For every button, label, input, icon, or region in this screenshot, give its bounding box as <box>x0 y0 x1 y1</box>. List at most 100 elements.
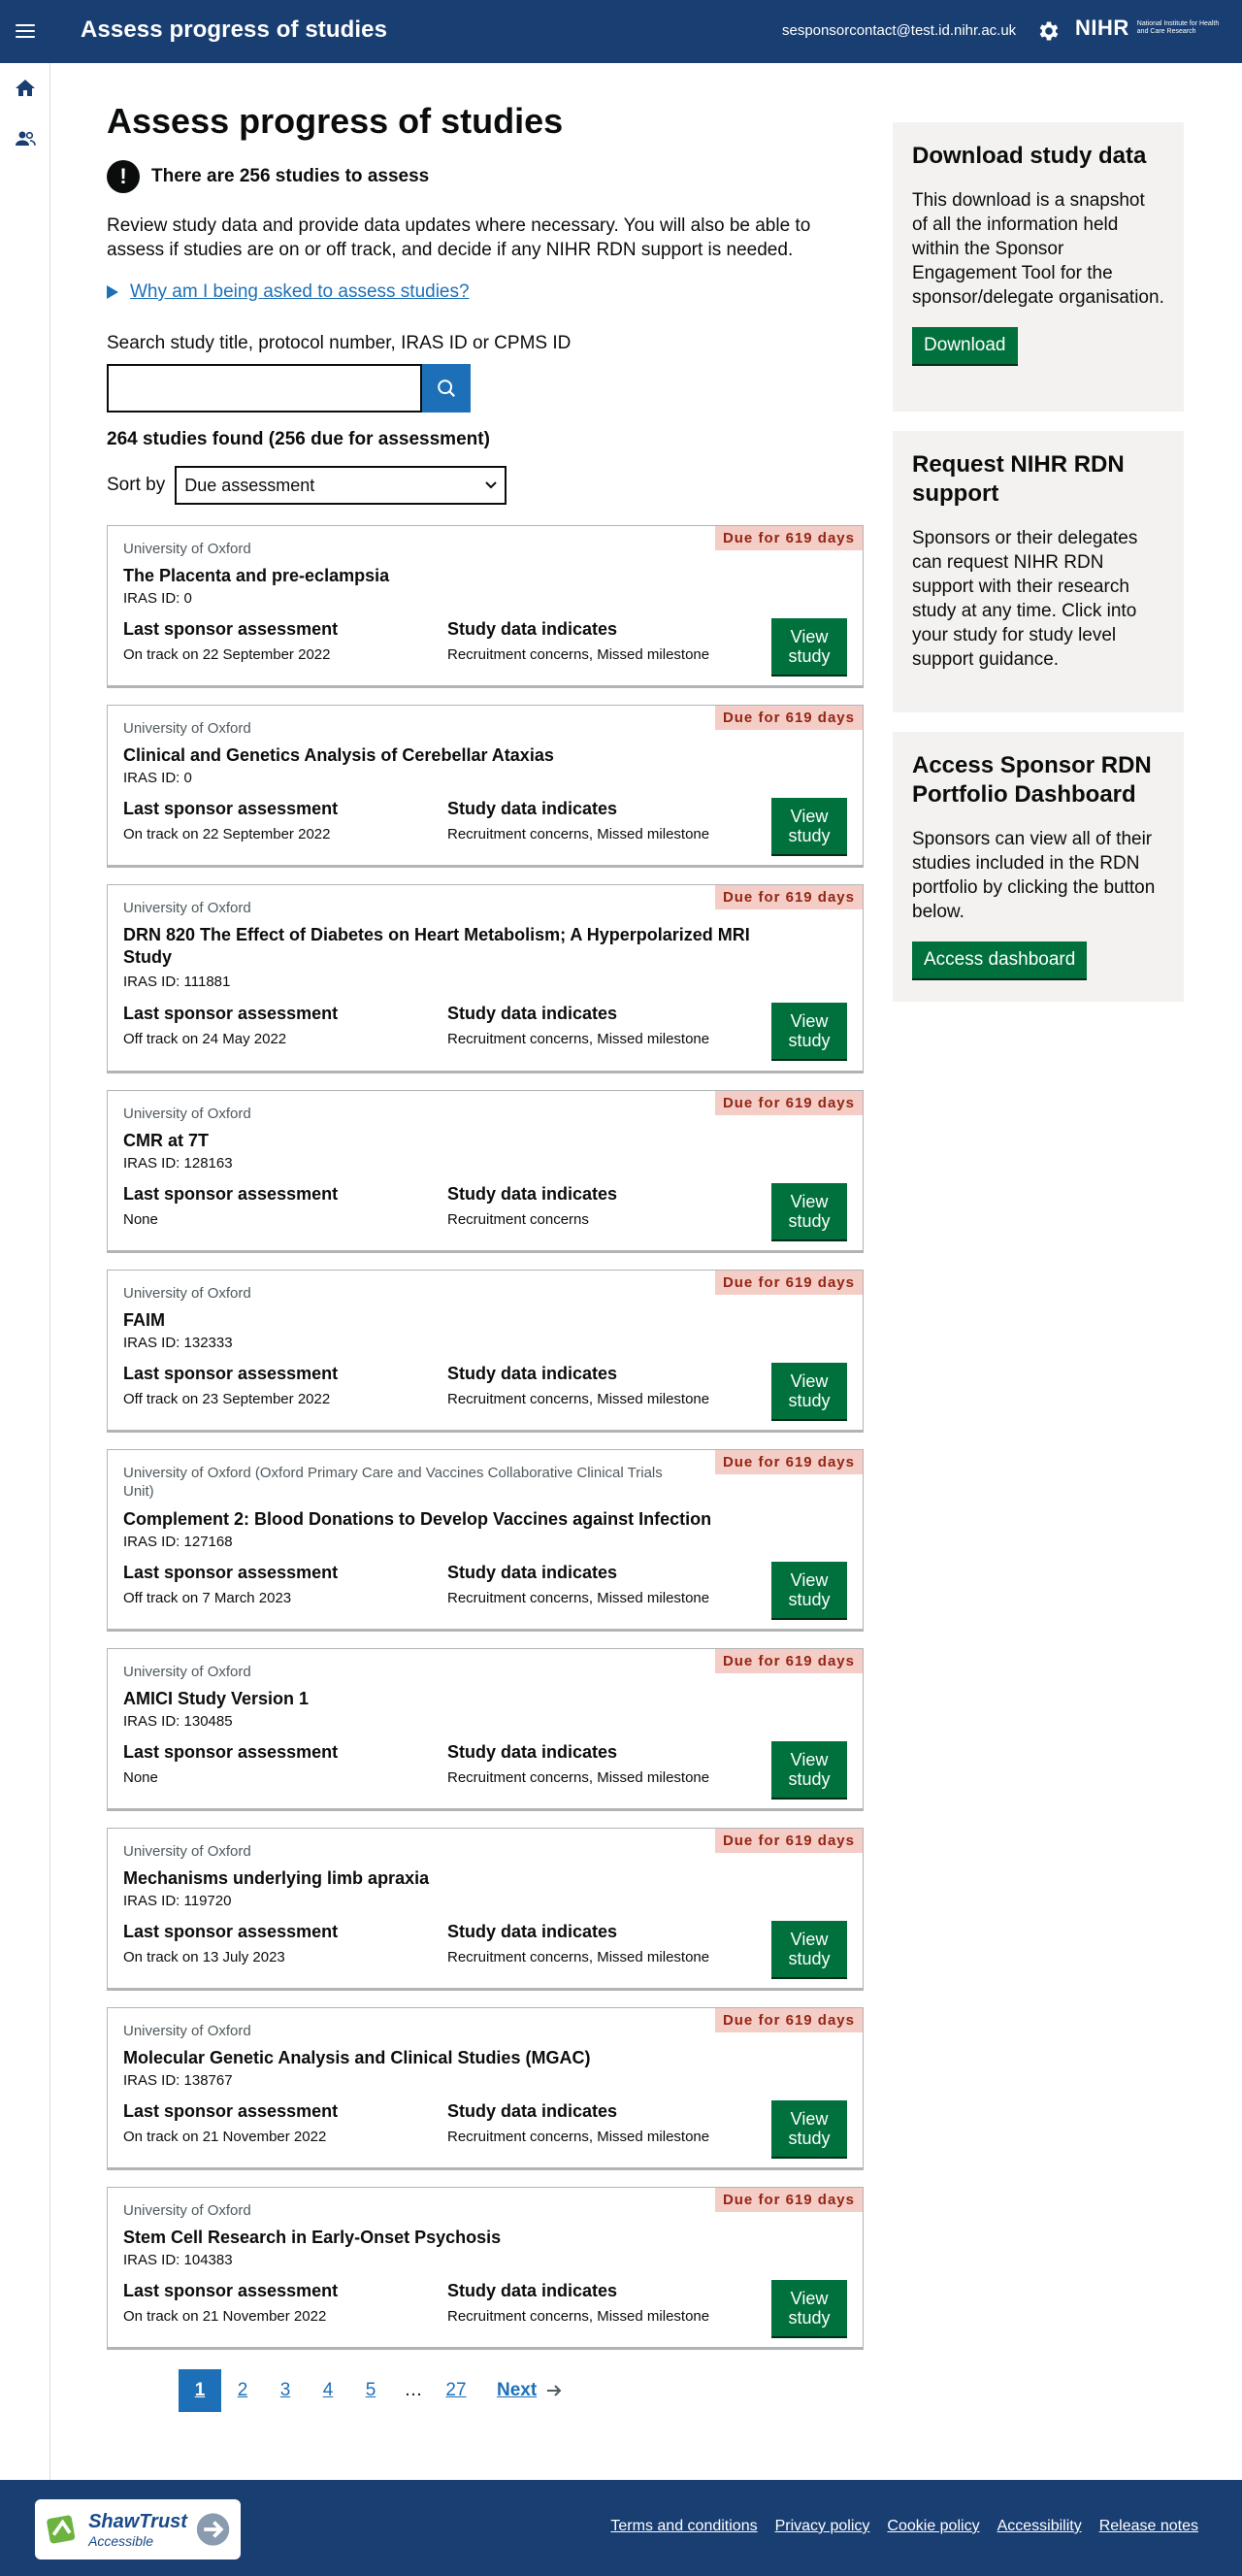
search-input[interactable] <box>107 364 422 413</box>
search-button[interactable] <box>422 364 471 413</box>
study-card: Due for 619 days University of Oxford Mo… <box>107 2007 864 2168</box>
study-card: Due for 619 days University of Oxford St… <box>107 2187 864 2348</box>
due-badge: Due for 619 days <box>714 1271 863 1295</box>
last-assessment-value: On track on 21 November 2022 <box>123 2308 327 2325</box>
study-title: Stem Cell Research in Early-Onset Psycho… <box>123 2228 502 2247</box>
due-badge: Due for 619 days <box>714 885 863 909</box>
view-study-button[interactable]: View study <box>771 1363 847 1419</box>
details-toggle[interactable]: Why am I being asked to assess studies? <box>107 281 470 303</box>
study-card: Due for 619 days University of Oxford CM… <box>107 1090 864 1251</box>
view-label: View <box>790 1570 829 1590</box>
download-button[interactable]: Download <box>912 327 1018 364</box>
study-org: University of Oxford <box>123 1285 251 1302</box>
sort-label: Sort by <box>107 475 166 495</box>
gear-icon[interactable] <box>1036 18 1062 44</box>
study-org: University of Oxford <box>123 1664 251 1680</box>
last-assessment-heading: Last sponsor assessment <box>123 1922 339 1941</box>
page-link-3[interactable]: 3 <box>264 2369 307 2412</box>
view-study-button[interactable]: View study <box>771 1741 847 1798</box>
sort-row: Sort by Due assessment <box>107 466 507 505</box>
next-page-link[interactable]: Next <box>497 2380 562 2401</box>
view-study-button[interactable]: View study <box>771 2280 847 2336</box>
study-title: Clinical and Genetics Analysis of Cerebe… <box>123 745 554 765</box>
due-badge: Due for 619 days <box>714 1829 863 1853</box>
view-study-button[interactable]: View study <box>771 1921 847 1977</box>
view-label: View <box>790 1750 829 1769</box>
study-card: Due for 619 days University of Oxford Me… <box>107 1828 864 1989</box>
data-indicates-value: Recruitment concerns, Missed milestone <box>447 1769 710 1786</box>
due-badge: Due for 619 days <box>714 1091 863 1115</box>
study-org: University of Oxford <box>123 900 251 916</box>
due-badge: Due for 619 days <box>714 706 863 730</box>
nihr-logo[interactable]: NIHR National Institute for Health and C… <box>1075 16 1225 41</box>
footer-links: Terms and conditions Privacy policy Cook… <box>610 2518 1198 2535</box>
due-badge: Due for 619 days <box>714 526 863 550</box>
view-study-button[interactable]: View study <box>771 618 847 675</box>
study-card: Due for 619 days University of Oxford DR… <box>107 884 864 1072</box>
last-assessment-heading: Last sponsor assessment <box>123 2101 339 2121</box>
page-link-2[interactable]: 2 <box>221 2369 264 2412</box>
study-label: study <box>788 1391 831 1410</box>
footer-link-release-notes[interactable]: Release notes <box>1099 2518 1198 2535</box>
view-study-button[interactable]: View study <box>771 1562 847 1618</box>
last-assessment-value: Off track on 23 September 2022 <box>123 1391 331 1407</box>
study-iras: IRAS ID: 138767 <box>123 2072 233 2089</box>
warning-icon: ! <box>107 160 140 193</box>
accessibility-logo-icon <box>47 2515 76 2544</box>
last-assessment-value: On track on 13 July 2023 <box>123 1949 285 1965</box>
study-title: Molecular Genetic Analysis and Clinical … <box>123 2048 591 2067</box>
download-panel: Download study data This download is a s… <box>893 122 1184 412</box>
study-org: University of Oxford <box>123 2202 251 2219</box>
due-badge: Due for 619 days <box>714 1649 863 1673</box>
study-label: study <box>788 1211 831 1231</box>
results-count: 264 studies found (256 due for assessmen… <box>107 429 490 449</box>
view-label: View <box>790 627 829 646</box>
footer-link-terms[interactable]: Terms and conditions <box>610 2518 757 2535</box>
study-title: Mechanisms underlying limb apraxia <box>123 1868 430 1888</box>
warning-notice: ! There are 256 studies to assess <box>107 160 429 193</box>
view-study-button[interactable]: View study <box>771 2100 847 2157</box>
access-dashboard-button[interactable]: Access dashboard <box>912 941 1088 978</box>
view-study-button[interactable]: View study <box>771 798 847 854</box>
request-support-panel: Request NIHR RDN support Sponsors or the… <box>893 431 1184 712</box>
home-icon[interactable] <box>14 77 37 100</box>
data-indicates-value: Recruitment concerns, Missed milestone <box>447 1949 710 1965</box>
study-org: University of Oxford <box>123 541 251 557</box>
footer-link-privacy[interactable]: Privacy policy <box>775 2518 870 2535</box>
arrow-right-icon <box>547 2385 562 2396</box>
page-link-1[interactable]: 1 <box>179 2369 221 2412</box>
download-title: Download study data <box>912 143 1147 169</box>
study-iras: IRAS ID: 111881 <box>123 974 231 990</box>
details-link[interactable]: Why am I being asked to assess studies? <box>130 281 470 303</box>
chevron-down-icon <box>485 481 497 489</box>
study-org: University of Oxford <box>123 720 251 737</box>
shawtrust-badge[interactable]: ShawTrust Accessible <box>35 2499 241 2559</box>
users-icon[interactable] <box>14 127 37 150</box>
last-assessment-heading: Last sponsor assessment <box>123 1004 339 1023</box>
sort-select[interactable]: Due assessment <box>175 466 507 505</box>
app-title: Assess progress of studies <box>81 17 388 43</box>
study-card: Due for 619 days University of Oxford Cl… <box>107 705 864 866</box>
study-title: AMICI Study Version 1 <box>123 1689 310 1708</box>
data-indicates-value: Recruitment concerns, Missed milestone <box>447 1031 710 1047</box>
view-study-button[interactable]: View study <box>771 1003 847 1059</box>
footer-link-cookies[interactable]: Cookie policy <box>887 2518 979 2535</box>
data-indicates-heading: Study data indicates <box>447 1184 618 1204</box>
data-indicates-heading: Study data indicates <box>447 1563 618 1582</box>
data-indicates-value: Recruitment concerns, Missed milestone <box>447 2129 710 2145</box>
menu-icon[interactable] <box>16 21 35 41</box>
page-link-4[interactable]: 4 <box>307 2369 349 2412</box>
study-label: study <box>788 2308 831 2328</box>
page-link-27[interactable]: 27 <box>435 2369 477 2412</box>
notice-text: There are 256 studies to assess <box>151 166 430 186</box>
view-study-button[interactable]: View study <box>771 1183 847 1239</box>
side-nav <box>0 63 50 2480</box>
study-card: Due for 619 days University of Oxford Th… <box>107 525 864 686</box>
view-label: View <box>790 2109 829 2129</box>
intro-text: Review study data and provide data updat… <box>107 215 811 260</box>
data-indicates-heading: Study data indicates <box>447 799 618 818</box>
footer-link-accessibility[interactable]: Accessibility <box>997 2518 1082 2535</box>
logo-word: NIHR <box>1075 16 1129 40</box>
data-indicates-heading: Study data indicates <box>447 2101 618 2121</box>
page-link-5[interactable]: 5 <box>349 2369 392 2412</box>
